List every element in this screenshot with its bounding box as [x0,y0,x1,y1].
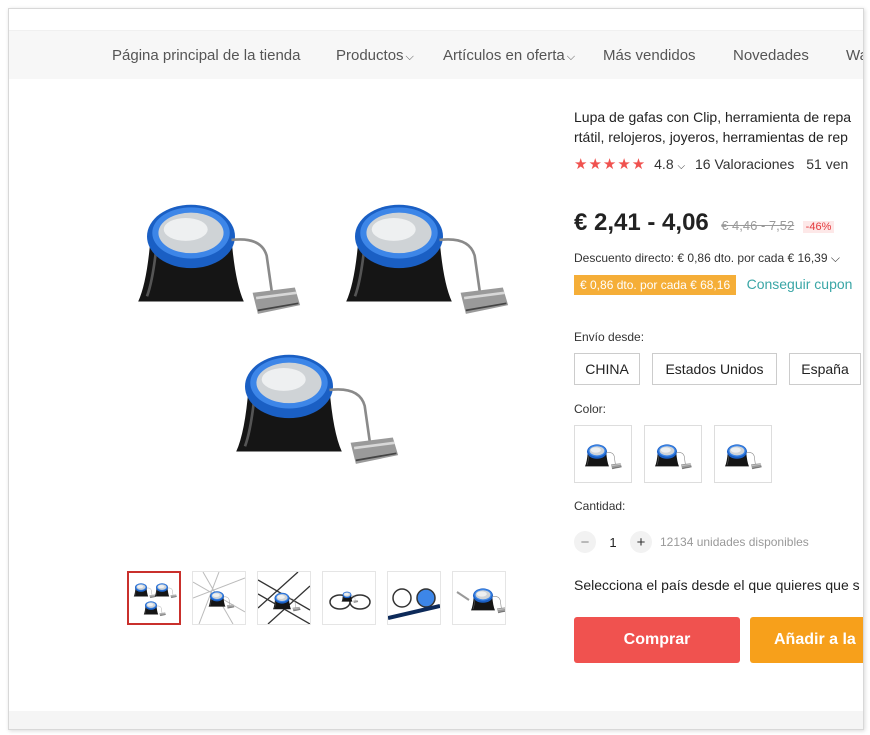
quantity-increase-button[interactable]: + [630,531,652,553]
thumbnail-2[interactable] [192,571,246,625]
nav-more[interactable]: Wa [846,47,863,64]
chevron-down-icon: ⌵ [566,51,576,63]
main-product-image[interactable] [115,167,543,497]
nav-deals[interactable]: Artículos en oferta ⌵ [443,47,575,64]
star-icons: ★★★★★ [574,156,647,173]
rating-row: ★★★★★ 4.8 ⌵ 16 Valoraciones 51 ven [574,155,848,173]
direct-discount[interactable]: Descuento directo: € 0,86 dto. por cada … [574,251,840,266]
thumbnail-5[interactable] [387,571,441,625]
quantity-stepper: − 1 + 12134 unidades disponibles [574,529,809,555]
get-coupon-link[interactable]: Conseguir cupon [747,276,853,292]
thumbnail-4[interactable] [322,571,376,625]
color-label: Color: [574,402,607,416]
top-strip [9,9,863,31]
nav-products[interactable]: Productos ⌵ [336,47,414,64]
add-to-cart-button[interactable]: Añadir a la [750,617,863,663]
browser-frame: Página principal de la tienda Productos ⌵… [8,8,864,730]
sold-count: 51 ven [806,156,849,172]
ship-from-china[interactable]: CHINA [574,353,640,385]
ship-from-spain[interactable]: España [789,353,861,385]
rating-value[interactable]: 4.8 [654,156,673,172]
country-select-note: Selecciona el país desde el que quieres … [574,577,860,593]
chevron-down-icon: ⌵ [677,161,686,172]
thumbnail-3[interactable] [257,571,311,625]
price-range: € 2,41 - 4,06 [574,209,709,236]
product-title: Lupa de gafas con Clip, herramienta de r… [574,109,852,145]
quantity-decrease-button[interactable]: − [574,531,596,553]
price-row: € 2,41 - 4,06 € 4,46 - 7,52 -46% [574,209,835,237]
thumbnail-1[interactable] [127,571,181,625]
nav-new-arrivals[interactable]: Novedades [733,47,809,64]
quantity-label: Cantidad: [574,499,626,513]
color-option-3[interactable] [714,425,772,483]
discount-badge: -46% [802,221,835,233]
coupon-row: € 0,86 dto. por cada € 68,16 Conseguir c… [574,275,852,295]
buy-now-button[interactable]: Comprar [574,617,740,663]
store-nav: Página principal de la tienda Productos ⌵… [9,31,863,79]
coupon-tag: € 0,86 dto. por cada € 68,16 [574,275,737,295]
nav-bestsellers[interactable]: Más vendidos [603,47,696,64]
quantity-input[interactable]: 1 [596,535,630,550]
color-option-2[interactable] [644,425,702,483]
nav-store-home[interactable]: Página principal de la tienda [112,47,300,64]
shipping-label: Envío desde: [574,330,645,344]
thumbnail-6[interactable] [452,571,506,625]
reviews-count[interactable]: 16 Valoraciones [695,156,794,172]
bottom-strip [9,711,863,729]
color-option-1[interactable] [574,425,632,483]
original-price: € 4,46 - 7,52 [721,218,795,233]
stock-available: 12134 unidades disponibles [660,535,809,549]
ship-from-us[interactable]: Estados Unidos [652,353,777,385]
chevron-down-icon: ⌵ [405,51,414,63]
